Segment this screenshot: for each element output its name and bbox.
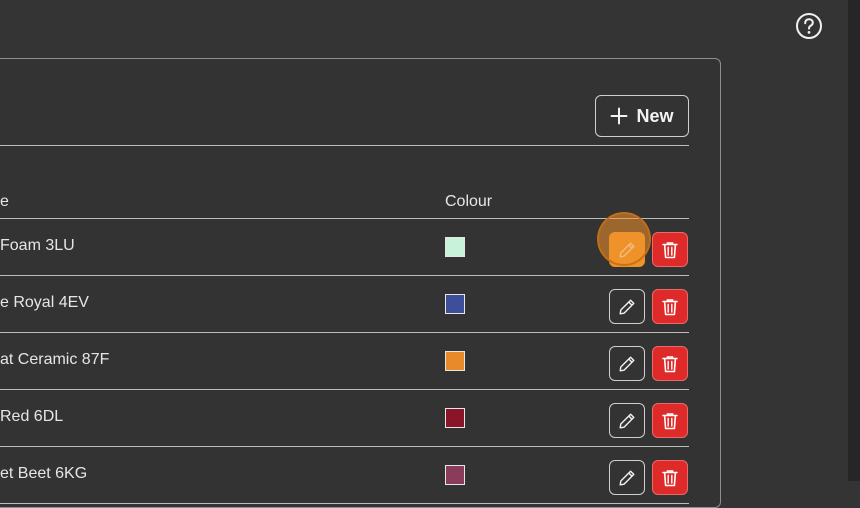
edit-button[interactable] <box>609 460 645 495</box>
row-divider <box>0 503 689 504</box>
delete-button[interactable] <box>652 403 688 438</box>
right-edge-strip <box>848 0 860 481</box>
colour-column-header: Colour <box>445 193 493 210</box>
pencil-icon <box>619 242 635 257</box>
pencil-icon <box>619 470 635 485</box>
delete-button[interactable] <box>652 289 688 324</box>
row-name: Foam 3LU <box>0 237 75 254</box>
row-name: e Royal 4EV <box>0 294 89 311</box>
delete-button[interactable] <box>652 460 688 495</box>
trash-icon <box>662 412 678 429</box>
table-row: et Beet 6KG <box>0 447 689 504</box>
colour-swatch <box>445 351 465 371</box>
row-name: Red 6DL <box>0 408 64 425</box>
plus-icon <box>610 107 628 125</box>
delete-button[interactable] <box>652 232 688 267</box>
edit-button[interactable] <box>609 289 645 324</box>
trash-icon <box>662 298 678 315</box>
pencil-icon <box>619 356 635 371</box>
row-name: at Ceramic 87F <box>0 351 110 368</box>
new-button-label: New <box>636 105 674 126</box>
help-circle-icon[interactable] <box>795 12 823 40</box>
trash-icon <box>662 469 678 486</box>
pencil-icon <box>619 299 635 314</box>
colour-swatch <box>445 294 465 314</box>
toolbar-divider <box>0 145 689 146</box>
trash-icon <box>662 355 678 372</box>
edit-button[interactable] <box>609 403 645 438</box>
table-row: at Ceramic 87F <box>0 333 689 390</box>
colour-swatch <box>445 237 465 257</box>
trash-icon <box>662 241 678 258</box>
new-button[interactable]: New <box>595 95 689 137</box>
colour-swatch <box>445 465 465 485</box>
colour-swatch <box>445 408 465 428</box>
name-column-header: e <box>0 193 9 210</box>
row-name: et Beet 6KG <box>0 465 88 482</box>
pencil-icon <box>619 413 635 428</box>
edit-button[interactable] <box>609 346 645 381</box>
edit-button[interactable] <box>609 232 645 267</box>
table-row: e Royal 4EV <box>0 276 689 333</box>
table-row: Foam 3LU <box>0 219 689 276</box>
table-row: Red 6DL <box>0 390 689 447</box>
delete-button[interactable] <box>652 346 688 381</box>
